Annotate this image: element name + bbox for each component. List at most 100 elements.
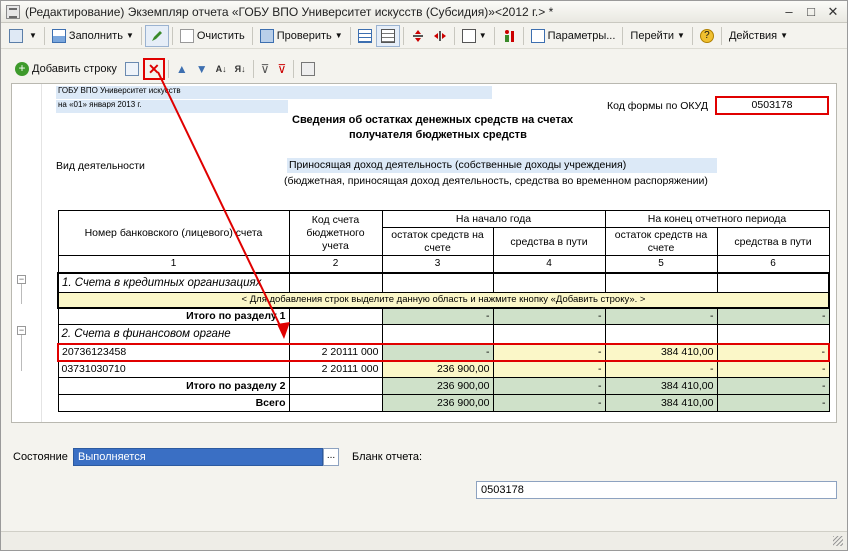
activity-value[interactable]: Приносящая доход деятельность (собственн… <box>287 158 717 173</box>
clear-button[interactable]: Очистить <box>176 25 249 47</box>
org-name[interactable]: ГОБУ ВПО Университет искусств <box>56 86 492 99</box>
total1-c5: - <box>604 307 718 325</box>
row1-code[interactable]: 2 20111 000 <box>288 342 383 362</box>
delete-row-button[interactable]: ✕ <box>142 58 165 80</box>
menu-button[interactable]: ▼ <box>5 25 41 47</box>
state-select-button[interactable]: ... <box>323 448 339 466</box>
total2-c4: - <box>492 377 606 395</box>
check-button[interactable]: Проверить ▼ <box>256 25 347 47</box>
row2-c4[interactable]: - <box>492 360 606 378</box>
params-icon <box>530 28 545 43</box>
section2-cell <box>288 324 383 344</box>
blank-field[interactable]: 0503178 <box>476 481 837 499</box>
maximize-button[interactable]: □ <box>803 4 819 20</box>
sort-asc-button[interactable]: A↓ <box>212 58 231 80</box>
grand-c6: - <box>716 394 830 412</box>
settings-icon <box>301 62 316 76</box>
grid-icon <box>357 28 372 43</box>
state-label: Состояние <box>13 451 68 463</box>
row2-account[interactable]: 03731030710 <box>57 360 290 378</box>
okud-label: Код формы по ОКУД <box>607 100 708 112</box>
row2-c6[interactable]: - <box>716 360 830 378</box>
goto-label: Перейти <box>630 29 675 42</box>
table-row[interactable]: 20736123458 2 20111 000 - - 384 410,00 - <box>57 342 830 362</box>
section1-cell <box>288 271 383 293</box>
clear-filter-icon: ⊽ <box>277 62 287 76</box>
move-down-button[interactable]: ▼ <box>192 58 212 80</box>
total2-label: Итого по разделу 2 <box>57 377 290 395</box>
group-toggle-2[interactable]: − <box>17 326 26 335</box>
report-date: на «01» января 2013 г. <box>56 100 288 113</box>
section1-cell <box>716 271 830 293</box>
goto-button[interactable]: Перейти ▼ <box>626 25 689 47</box>
clear-filter-button[interactable]: ⊽ <box>273 58 290 80</box>
delete-icon: ✕ <box>148 61 160 77</box>
filter-icon: ⊽ <box>260 62 270 76</box>
row2-code[interactable]: 2 20111 000 <box>288 360 383 378</box>
grand-c3: 236 900,00 <box>381 394 494 412</box>
row1-c4[interactable]: - <box>492 342 606 362</box>
row1-c3[interactable]: - <box>381 342 494 362</box>
filter-button[interactable]: ⊽ <box>257 58 274 80</box>
collapse-button[interactable] <box>429 25 451 47</box>
title-bar: (Редактирование) Экземпляр отчета «ГОБУ … <box>1 1 847 23</box>
actions-button[interactable]: Действия ▼ <box>725 25 792 47</box>
add-row-button[interactable]: + Добавить строку <box>11 58 121 80</box>
column-numbers-row: 1 2 3 4 5 6 <box>57 255 830 273</box>
total2-c5: 384 410,00 <box>604 377 718 395</box>
window-title: (Редактирование) Экземпляр отчета «ГОБУ … <box>25 5 554 19</box>
minimize-button[interactable]: – <box>781 4 797 20</box>
row2-c5[interactable]: - <box>604 360 718 378</box>
help-button[interactable]: ? <box>696 25 718 47</box>
info-button[interactable] <box>498 25 520 47</box>
total1-c4: - <box>492 307 606 325</box>
clear-label: Очистить <box>196 29 245 42</box>
report-sheet[interactable]: − − ГОБУ ВПО Университет искусств на «01… <box>11 83 837 423</box>
table-button[interactable] <box>375 24 400 47</box>
sort-desc-button[interactable]: Я↓ <box>231 58 250 80</box>
params-label: Параметры... <box>547 29 616 42</box>
col-num-3: 3 <box>381 255 494 273</box>
grand-total-row: Всего 236 900,00 - 384 410,00 - <box>57 394 830 412</box>
total1-c3: - <box>381 307 494 325</box>
table-row[interactable]: 03731030710 2 20111 000 236 900,00 - - - <box>57 360 830 378</box>
section2-row: 2. Счета в финансовом органе <box>57 324 830 344</box>
export-button[interactable]: ▼ <box>458 25 491 47</box>
row1-c6[interactable]: - <box>716 342 830 362</box>
section1-cell <box>604 271 718 293</box>
activity-label: Вид деятельности <box>56 160 145 172</box>
row-settings-button[interactable] <box>297 58 319 80</box>
copy-row-button[interactable] <box>121 58 143 80</box>
params-button[interactable]: Параметры... <box>527 25 620 47</box>
hint-cell[interactable]: < Для добавления строк выделите данную о… <box>57 292 830 309</box>
fill-button[interactable]: Заполнить ▼ <box>48 25 138 47</box>
row1-account[interactable]: 20736123458 <box>57 342 290 362</box>
expand-vertical-icon <box>411 29 425 43</box>
total1-label: Итого по разделу 1 <box>57 307 290 325</box>
window-icon <box>6 5 20 19</box>
row2-c3[interactable]: 236 900,00 <box>381 360 494 378</box>
activity-hint: (бюджетная, приносящая доход деятельност… <box>284 175 708 187</box>
resize-grip[interactable] <box>833 536 843 546</box>
move-up-button[interactable]: ▲ <box>172 58 192 80</box>
actions-label: Действия <box>728 29 778 42</box>
header-end: На конец отчетного периода <box>604 210 830 228</box>
section1-cell <box>381 271 494 293</box>
edit-button[interactable] <box>144 24 169 47</box>
sort-asc-icon: A↓ <box>215 64 227 74</box>
grid-button[interactable] <box>354 25 376 47</box>
expand-button[interactable] <box>407 25 429 47</box>
pencil-icon <box>150 29 164 43</box>
header-account: Номер банковского (лицевого) счета <box>57 210 290 256</box>
row1-c5[interactable]: 384 410,00 <box>604 342 718 362</box>
state-field[interactable]: Выполняется <box>73 448 323 466</box>
okud-value[interactable]: 0503178 <box>715 96 829 115</box>
hint-row[interactable]: < Для добавления строк выделите данную о… <box>57 292 830 309</box>
section1-label: 1. Счета в кредитных организациях <box>57 271 290 293</box>
group-toggle-1[interactable]: − <box>17 275 26 284</box>
section1-cell <box>492 271 606 293</box>
grand-c5: 384 410,00 <box>604 394 718 412</box>
table-icon <box>380 28 395 43</box>
add-icon: + <box>15 62 29 76</box>
close-button[interactable]: ✕ <box>825 4 841 20</box>
